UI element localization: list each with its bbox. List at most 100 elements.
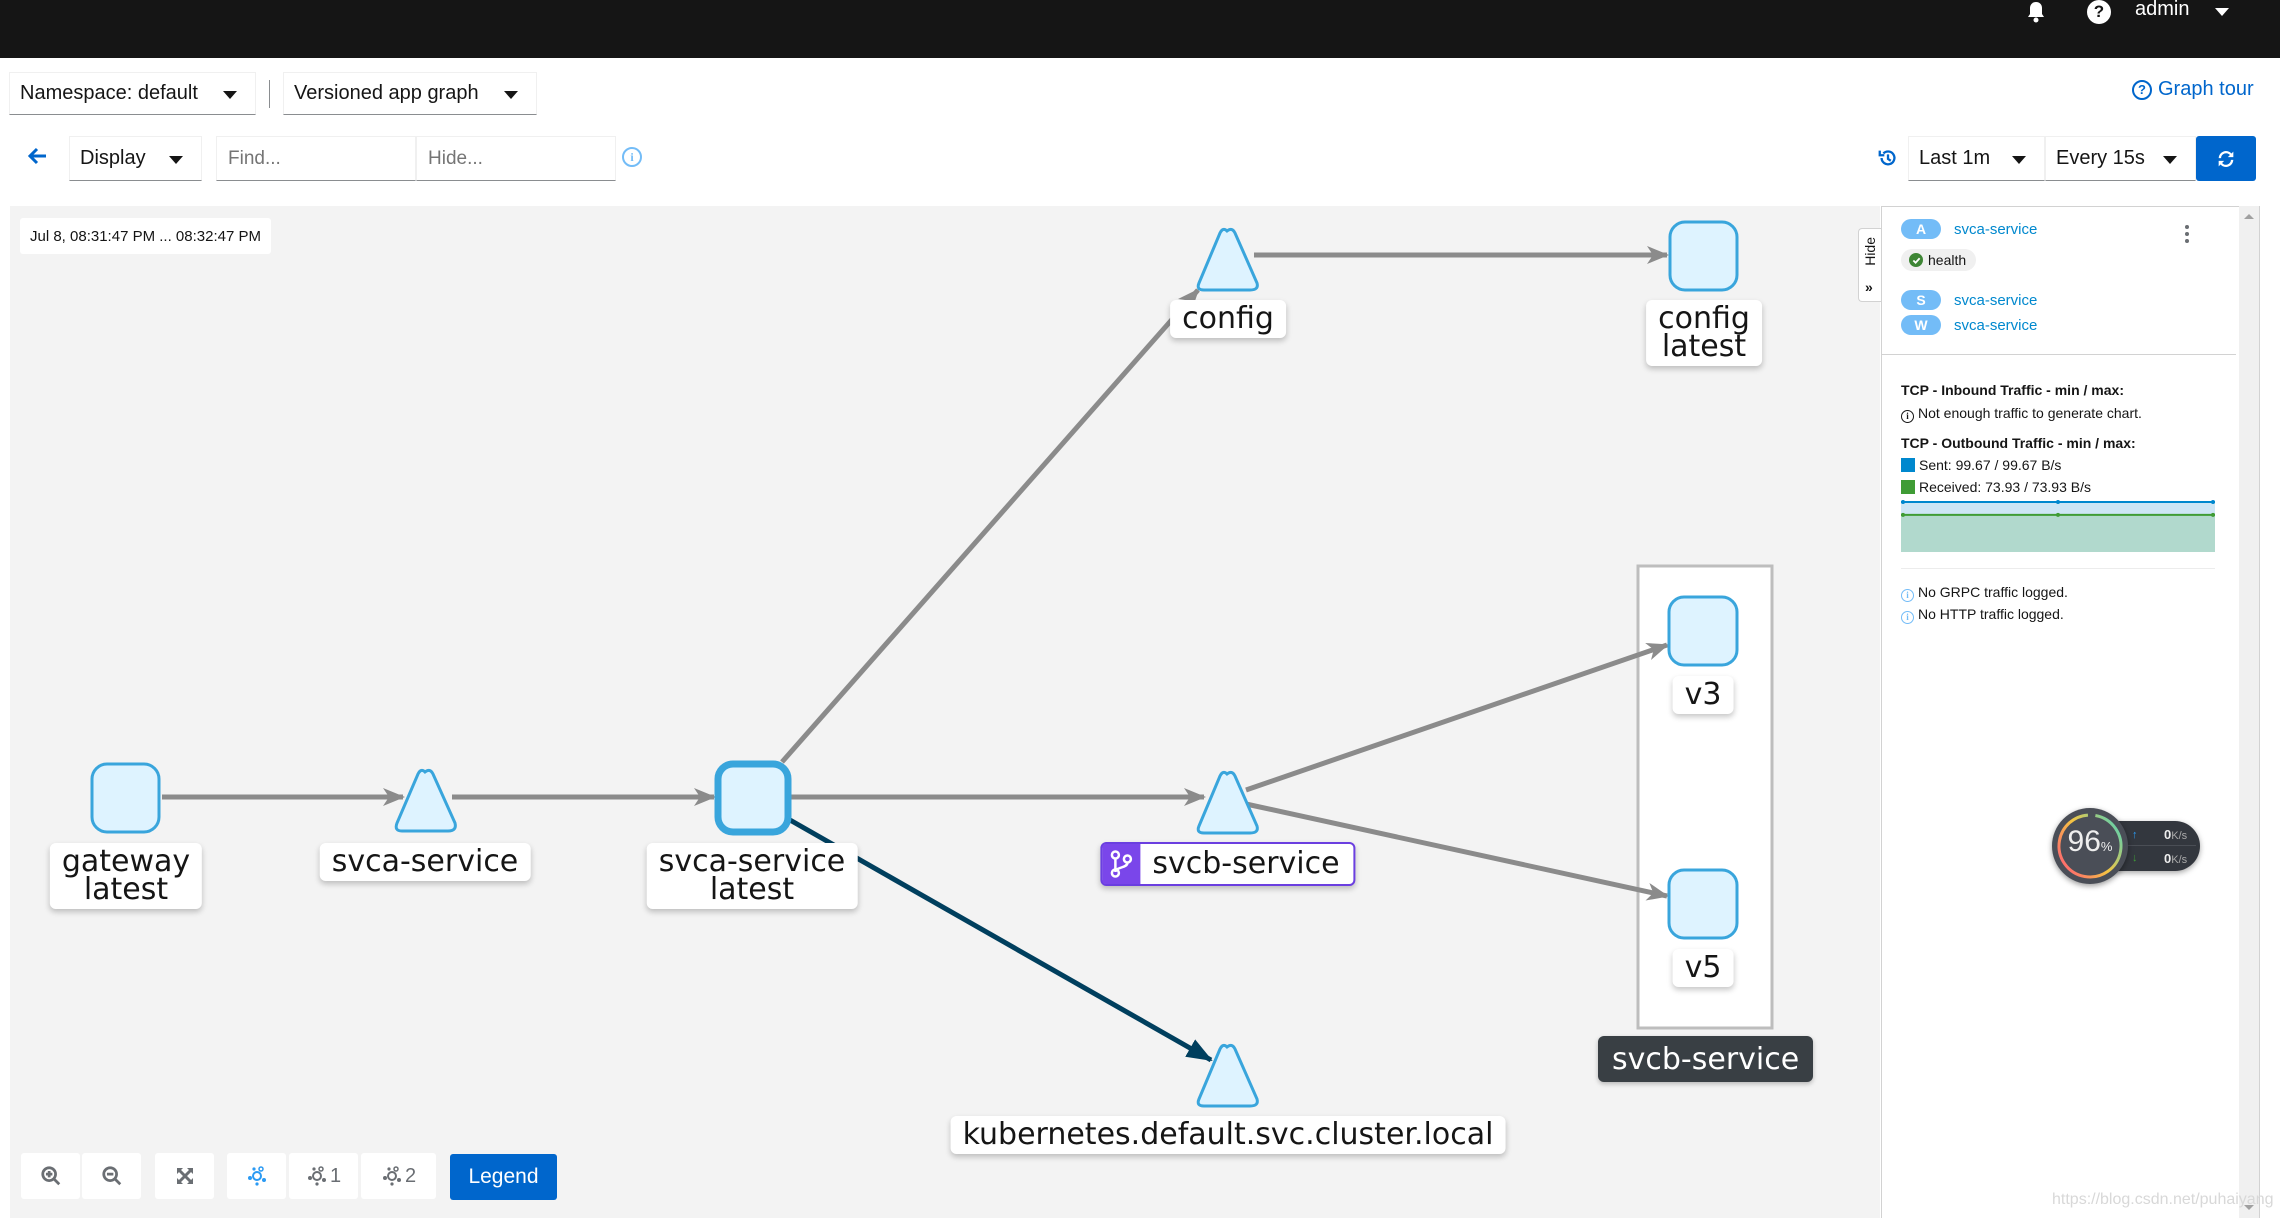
point-sent-1[interactable] bbox=[2056, 500, 2060, 504]
upload-rate: 0K/s bbox=[2164, 827, 2188, 842]
inbound-traffic-message: i Not enough traffic to generate chart. bbox=[1901, 405, 2142, 423]
info-circle-icon: i bbox=[1901, 611, 1914, 624]
panel-divider bbox=[1882, 354, 2236, 355]
namespace-select-label: Namespace: default bbox=[20, 82, 198, 104]
duration-select[interactable]: Last 1m bbox=[1908, 136, 2045, 181]
node-label-v5[interactable]: v5 bbox=[1672, 949, 1734, 987]
chevron-down-icon[interactable] bbox=[2215, 8, 2229, 16]
display-select[interactable]: Display bbox=[69, 136, 202, 181]
bell-icon[interactable] bbox=[2025, 0, 2047, 24]
sent-swatch bbox=[1901, 458, 1915, 472]
received-swatch bbox=[1901, 480, 1915, 494]
graph-tour-link[interactable]: ? Graph tour bbox=[2132, 78, 2254, 101]
node-label-svca-service[interactable]: svca-service bbox=[319, 843, 531, 881]
caret-down-icon bbox=[223, 90, 237, 99]
graph-time-range: Jul 8, 08:31:47 PM ... 08:32:47 PM bbox=[20, 218, 271, 254]
fit-graph-button[interactable] bbox=[155, 1153, 214, 1199]
caret-down-icon bbox=[169, 155, 183, 164]
zoom-in-icon bbox=[40, 1166, 60, 1186]
check-circle-icon bbox=[1909, 253, 1923, 267]
question-circle-icon: ? bbox=[2132, 79, 2152, 100]
node-label-svcb-service[interactable]: svcb-service bbox=[1100, 842, 1356, 886]
info-circle-icon: i bbox=[1901, 589, 1914, 602]
side-panel bbox=[1881, 206, 2239, 1218]
download-arrow-icon: ↓ bbox=[2132, 852, 2138, 864]
legend-sent: Sent: 99.67 / 99.67 B/s bbox=[1901, 457, 2061, 473]
node-label-config[interactable]: config bbox=[1170, 300, 1286, 338]
refresh-interval-label: Every 15s bbox=[2056, 147, 2145, 169]
info-icon[interactable]: i bbox=[622, 147, 642, 167]
app-box-label[interactable]: svcb-service bbox=[1598, 1036, 1814, 1082]
zoom-out-icon bbox=[101, 1166, 121, 1186]
display-select-label: Display bbox=[80, 147, 146, 169]
memory-dial: 96% bbox=[2052, 808, 2128, 884]
service-badge: S bbox=[1901, 290, 1941, 310]
hide-input[interactable] bbox=[416, 136, 616, 181]
expand-icon bbox=[176, 1168, 193, 1184]
caret-down-icon bbox=[504, 90, 518, 99]
toolbar-divider bbox=[269, 80, 270, 108]
memory-percent: 96% bbox=[2067, 825, 2113, 858]
service-link[interactable]: svca-service bbox=[1954, 292, 2037, 309]
legend-button[interactable]: Legend bbox=[450, 1154, 557, 1200]
node-label-gateway-latest[interactable]: gateway latest bbox=[49, 843, 203, 909]
graph-type-select[interactable]: Versioned app graph bbox=[283, 72, 537, 115]
point-received-1[interactable] bbox=[2056, 512, 2060, 517]
topology-icon bbox=[382, 1166, 401, 1186]
point-sent-0[interactable] bbox=[1901, 500, 1905, 504]
layout-2-button[interactable]: 2 bbox=[361, 1153, 436, 1199]
sync-icon bbox=[2218, 150, 2234, 167]
service-badge-row: S svca-service bbox=[1901, 290, 2037, 310]
app-link[interactable]: svca-service bbox=[1954, 221, 2037, 238]
app-badge: A bbox=[1901, 219, 1941, 239]
caret-down-icon bbox=[2012, 155, 2026, 164]
workload-badge: W bbox=[1901, 315, 1941, 335]
outbound-traffic-chart bbox=[1901, 500, 2215, 552]
topology-icon bbox=[247, 1166, 266, 1186]
workload-badge-row: W svca-service bbox=[1901, 315, 2037, 335]
namespace-select[interactable]: Namespace: default bbox=[9, 72, 256, 115]
back-arrow-icon[interactable] bbox=[26, 144, 50, 168]
zoom-in-button[interactable] bbox=[21, 1153, 80, 1199]
layout-default-button[interactable] bbox=[227, 1153, 286, 1199]
code-branch-icon bbox=[1102, 844, 1141, 884]
health-chip: health bbox=[1901, 249, 1977, 271]
zoom-out-button[interactable] bbox=[82, 1153, 141, 1199]
outbound-traffic-title: TCP - Outbound Traffic - min / max: bbox=[1901, 435, 2136, 451]
history-icon bbox=[1878, 150, 1896, 166]
info-circle-icon: i bbox=[1901, 410, 1914, 423]
app-badge-row: A svca-service bbox=[1901, 219, 2037, 239]
refresh-interval-select[interactable]: Every 15s bbox=[2045, 136, 2196, 181]
http-message: i No HTTP traffic logged. bbox=[1901, 606, 2064, 624]
scroll-up-icon[interactable] bbox=[2244, 214, 2254, 219]
legend-received: Received: 73.93 / 73.93 B/s bbox=[1901, 479, 2091, 495]
graph-tour-label: Graph tour bbox=[2158, 78, 2254, 100]
node-label-kubernetes[interactable]: kubernetes.default.svc.cluster.local bbox=[950, 1116, 1506, 1154]
caret-down-icon bbox=[2163, 155, 2177, 164]
node-label-v3[interactable]: v3 bbox=[1672, 676, 1734, 714]
node-label-svca-service-latest[interactable]: svca-service latest bbox=[646, 843, 858, 909]
refresh-button[interactable] bbox=[2196, 136, 2256, 181]
workload-link[interactable]: svca-service bbox=[1954, 317, 2037, 334]
user-menu[interactable]: admin bbox=[2135, 0, 2189, 21]
graph-type-select-label: Versioned app graph bbox=[294, 82, 479, 104]
point-sent-2[interactable] bbox=[2211, 500, 2215, 504]
hide-panel-tab[interactable]: Hide » bbox=[1858, 228, 1882, 302]
find-input[interactable] bbox=[216, 136, 416, 181]
duration-select-label: Last 1m bbox=[1919, 147, 1991, 169]
topology-icon bbox=[307, 1166, 326, 1186]
watermark: https://blog.csdn.net/puhaiyang bbox=[2052, 1191, 2274, 1208]
inbound-traffic-title: TCP - Inbound Traffic - min / max: bbox=[1901, 382, 2124, 398]
layout-1-button[interactable]: 1 bbox=[289, 1153, 358, 1199]
point-received-0[interactable] bbox=[1901, 512, 1905, 517]
help-icon[interactable]: ? bbox=[2087, 0, 2111, 24]
side-panel-scrollbar[interactable] bbox=[2239, 206, 2260, 1218]
area-received bbox=[1901, 514, 2215, 552]
node-label-config-latest[interactable]: config latest bbox=[1646, 300, 1762, 366]
double-chevron-right-icon: » bbox=[1865, 279, 1873, 295]
network-monitor-widget[interactable]: ↑ 0K/s ↓ 0K/s 96% bbox=[2052, 808, 2202, 884]
download-rate: 0K/s bbox=[2164, 851, 2188, 866]
upload-arrow-icon: ↑ bbox=[2132, 829, 2138, 841]
point-received-2[interactable] bbox=[2211, 512, 2215, 517]
kebab-menu-icon[interactable] bbox=[2184, 225, 2190, 243]
